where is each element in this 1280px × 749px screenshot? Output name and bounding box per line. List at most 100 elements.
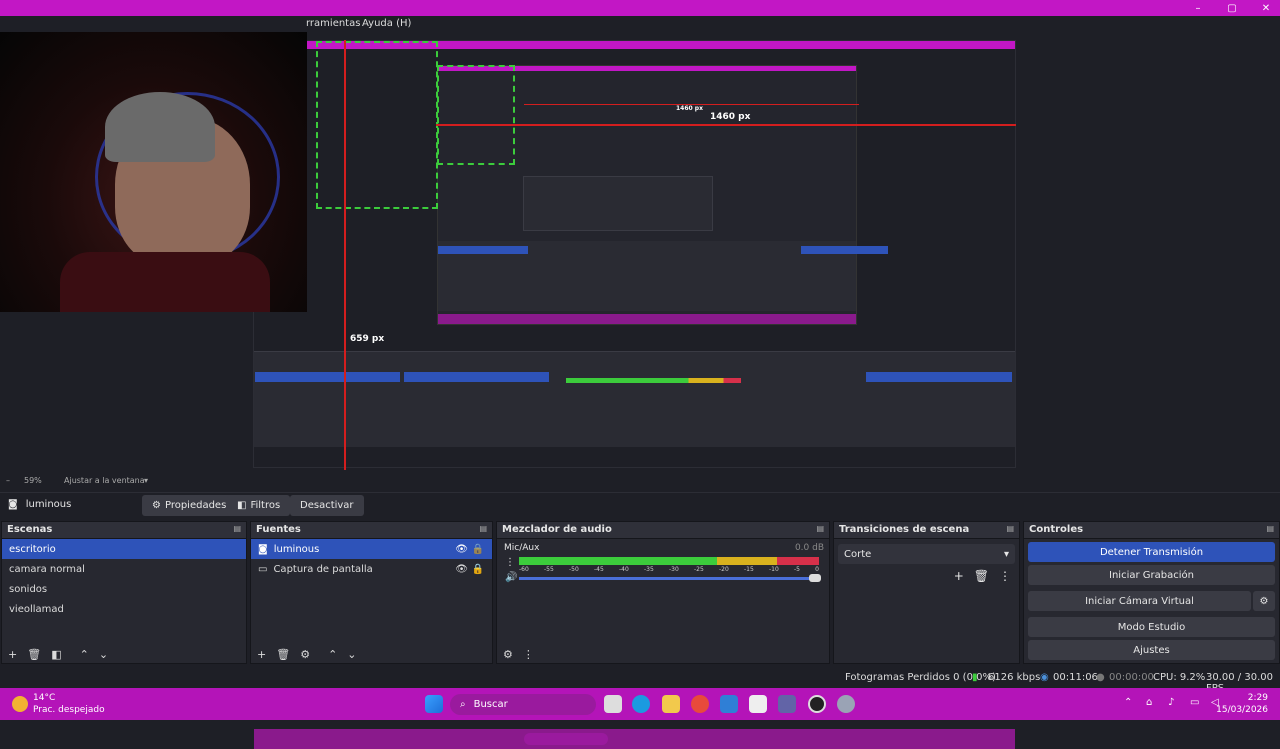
gear-icon[interactable]: ⚙ bbox=[300, 648, 310, 661]
teams-icon[interactable] bbox=[778, 695, 796, 713]
stream-time: 00:11:06 bbox=[1053, 672, 1098, 683]
record-time: 00:00:00 bbox=[1109, 672, 1154, 683]
selected-source: ◙ luminous bbox=[8, 499, 71, 510]
zoom-bar: – 59% Ajustar a la ventana ▾ bbox=[0, 474, 1280, 488]
mixer-channel: Mic/Aux 0.0 dB ⋮ -60 -55 -50 -45 -40 -35 -30 -2… bbox=[497, 539, 829, 601]
transition-select[interactable]: Corte ▾ bbox=[838, 544, 1015, 564]
edge-icon[interactable] bbox=[632, 695, 650, 713]
speaker-icon[interactable]: 🔊 bbox=[505, 572, 517, 583]
filter-icon[interactable]: ◧ bbox=[51, 648, 61, 661]
cpu-usage: CPU: 9.2% bbox=[1153, 672, 1206, 683]
maximize-button[interactable]: ▢ bbox=[1226, 3, 1238, 14]
add-icon[interactable]: + bbox=[257, 648, 266, 661]
search-icon: ⌕ bbox=[460, 699, 466, 710]
obs-icon[interactable] bbox=[808, 695, 826, 713]
trash-icon[interactable]: 🗑 bbox=[27, 648, 41, 661]
bitrate: 6126 kbps bbox=[988, 672, 1041, 683]
volume-handle[interactable] bbox=[809, 574, 821, 582]
menu-bar: rramientas Ayuda (H) bbox=[0, 16, 1280, 32]
settings-icon[interactable]: ⚙ bbox=[503, 648, 513, 661]
source-toolbar: ◙ luminous ⚙ Propiedades ◧ Filtros Desac… bbox=[0, 492, 1280, 518]
measure-label-width-small: 1460 px bbox=[676, 105, 703, 112]
camera-icon: ◙ bbox=[8, 499, 18, 510]
scenes-panel: Escenas ▤ escritorio camara normal sonido… bbox=[1, 521, 247, 664]
start-recording-button[interactable]: Iniciar Grabación bbox=[1028, 565, 1275, 585]
settings-icon[interactable] bbox=[837, 695, 855, 713]
menu-help[interactable]: Ayuda (H) bbox=[362, 18, 411, 29]
chevron-up-icon[interactable]: ⌃ bbox=[80, 648, 89, 661]
virtual-camera-button[interactable]: Iniciar Cámara Virtual bbox=[1028, 591, 1251, 611]
source-item[interactable]: ▭ Captura de pantalla 👁 🔒 bbox=[251, 559, 492, 579]
chevron-down-icon[interactable]: ⌄ bbox=[347, 648, 356, 661]
stop-stream-button[interactable]: Detener Transmisión bbox=[1028, 542, 1275, 562]
source-item[interactable]: ◙ luminous 👁 🔒 bbox=[251, 539, 492, 559]
weather-temp[interactable]: 14°C bbox=[33, 693, 55, 703]
chevron-down-icon[interactable]: ⌄ bbox=[99, 648, 108, 661]
dock-icon[interactable]: ▤ bbox=[1266, 524, 1274, 533]
weather-text[interactable]: Prac. despejado bbox=[33, 705, 105, 715]
scene-item[interactable]: camara normal bbox=[2, 559, 246, 579]
status-bar: Fotogramas Perdidos 0 (0.0%) ▮ 6126 kbps… bbox=[0, 668, 1280, 694]
sources-panel: Fuentes ▤ ◙ luminous 👁 🔒 ▭ Captura de pan… bbox=[250, 521, 493, 664]
trash-icon[interactable]: 🗑 bbox=[276, 648, 290, 661]
more-icon[interactable]: ⋮ bbox=[999, 569, 1011, 583]
channel-name: Mic/Aux bbox=[504, 543, 540, 553]
studio-mode-button[interactable]: Modo Estudio bbox=[1028, 617, 1275, 637]
eye-icon[interactable]: 👁 bbox=[455, 564, 468, 575]
network-icon[interactable]: ⌂ bbox=[1146, 697, 1152, 708]
selected-source-name: luminous bbox=[25, 499, 72, 510]
scene-item[interactable]: sonidos bbox=[2, 579, 246, 599]
eye-icon[interactable]: 👁 bbox=[455, 544, 468, 555]
preview-canvas[interactable]: 1460 px 1460 px 659 px bbox=[0, 32, 1280, 749]
clock-time[interactable]: 2:29 bbox=[1248, 693, 1268, 703]
add-icon[interactable]: + bbox=[8, 648, 17, 661]
more-icon[interactable]: ⋮ bbox=[505, 557, 515, 568]
gear-icon[interactable]: ⚙ bbox=[1253, 591, 1275, 611]
battery-icon[interactable]: ▭ bbox=[1190, 697, 1199, 708]
tray-chevron-icon[interactable]: ⌃ bbox=[1124, 697, 1132, 708]
clock-date[interactable]: 15/03/2026 bbox=[1216, 705, 1268, 715]
store-icon[interactable] bbox=[749, 695, 767, 713]
dock-icon[interactable]: ▤ bbox=[479, 524, 487, 533]
lock-icon[interactable]: 🔒 bbox=[472, 564, 484, 575]
zoom-level: 59% bbox=[24, 476, 42, 485]
scene-item[interactable]: escritorio bbox=[2, 539, 246, 559]
microphone-icon[interactable]: ♪ bbox=[1168, 697, 1174, 708]
record-icon: ● bbox=[1096, 672, 1105, 683]
windows-start-icon[interactable] bbox=[425, 695, 443, 713]
chevron-down-icon[interactable]: ▾ bbox=[144, 476, 148, 485]
more-icon[interactable]: ⋮ bbox=[523, 648, 534, 661]
meter-ticks: -60 -55 -50 -45 -40 -35 -30 -25 -20 -15 -10 -5 0 bbox=[519, 566, 819, 573]
taskbar-search[interactable]: ⌕ Buscar bbox=[450, 694, 596, 715]
lock-icon[interactable]: 🔒 bbox=[472, 544, 484, 555]
selection-box-outer bbox=[316, 41, 438, 209]
chevron-up-icon[interactable]: ⌃ bbox=[328, 648, 337, 661]
dock-icon[interactable]: ▤ bbox=[816, 524, 824, 533]
add-icon[interactable]: + bbox=[954, 569, 964, 583]
volume-slider[interactable] bbox=[519, 574, 821, 582]
monitor-icon: ▭ bbox=[258, 563, 268, 575]
nested-taskbar bbox=[254, 729, 1015, 749]
scene-item[interactable]: vieollamad bbox=[2, 599, 246, 619]
measure-line-vertical bbox=[344, 40, 346, 470]
deactivate-button[interactable]: Desactivar bbox=[290, 495, 364, 516]
nested-panels bbox=[254, 351, 1015, 447]
chrome-icon[interactable] bbox=[691, 695, 709, 713]
weather-icon[interactable] bbox=[12, 696, 28, 712]
task-view-icon[interactable] bbox=[604, 695, 622, 713]
chevron-down-icon: ▾ bbox=[1003, 548, 1009, 560]
folder-icon[interactable] bbox=[662, 695, 680, 713]
zoom-out-button[interactable]: – bbox=[6, 476, 10, 485]
dock-icon[interactable]: ▤ bbox=[1006, 524, 1014, 533]
audio-mixer-panel: Mezclador de audio ▤ Mic/Aux 0.0 dB ⋮ -60… bbox=[496, 521, 830, 664]
settings-button[interactable]: Ajustes bbox=[1028, 640, 1275, 660]
dock-icon[interactable]: ▤ bbox=[233, 524, 241, 533]
minimize-button[interactable]: – bbox=[1192, 3, 1204, 14]
menu-tools[interactable]: rramientas bbox=[306, 18, 360, 29]
mail-icon[interactable] bbox=[720, 695, 738, 713]
close-button[interactable]: ✕ bbox=[1260, 3, 1272, 14]
zoom-fit[interactable]: Ajustar a la ventana bbox=[64, 476, 145, 485]
trash-icon[interactable]: 🗑 bbox=[974, 569, 989, 583]
properties-button[interactable]: ⚙ Propiedades bbox=[142, 495, 237, 516]
filters-button[interactable]: ◧ Filtros bbox=[227, 495, 291, 516]
